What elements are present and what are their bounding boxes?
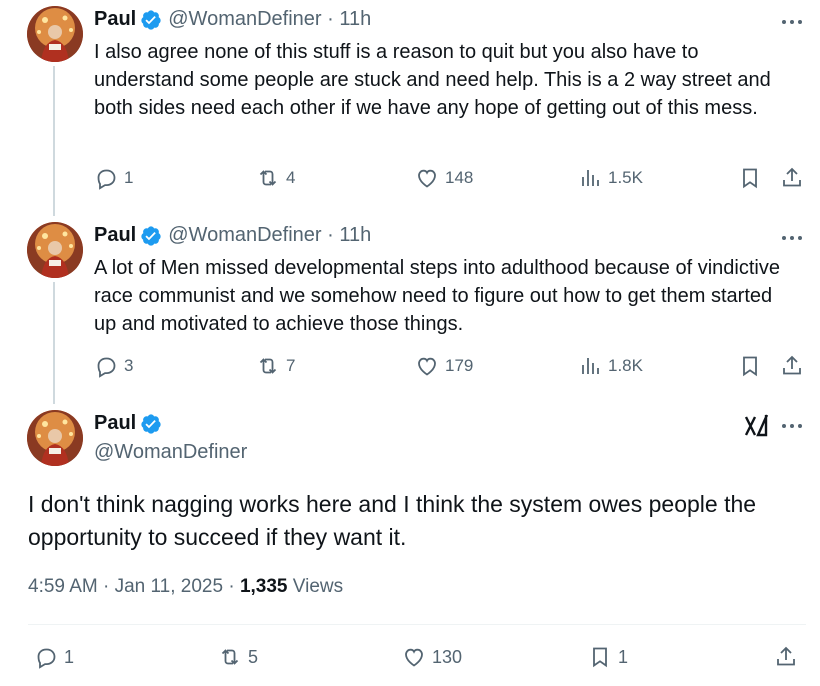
avatar[interactable] bbox=[27, 222, 83, 278]
repost-count: 4 bbox=[286, 168, 296, 187]
repost-icon bbox=[259, 170, 277, 186]
thread-line bbox=[53, 282, 55, 404]
tweet-actions: 3 7 179 1.8K bbox=[94, 354, 806, 382]
bookmark-count: 1 bbox=[618, 646, 629, 667]
repost-button[interactable]: 7 bbox=[256, 354, 295, 378]
heart-icon bbox=[418, 169, 436, 188]
reply-button[interactable]: 1 bbox=[94, 166, 133, 190]
tweet-text: I also agree none of this stuff is a rea… bbox=[94, 41, 771, 119]
like-count: 148 bbox=[445, 168, 474, 187]
author-name[interactable]: Paul bbox=[94, 224, 136, 247]
views-icon bbox=[582, 170, 599, 186]
repost-count: 7 bbox=[286, 356, 296, 375]
handle-and-time[interactable]: @WomanDefiner · 11h bbox=[168, 224, 371, 247]
repost-button[interactable]: 4 bbox=[256, 166, 295, 190]
main-author-row: Paul bbox=[94, 412, 162, 435]
author-handle[interactable]: @WomanDefiner bbox=[94, 441, 247, 464]
reply-button[interactable]: 3 bbox=[94, 354, 133, 378]
handle-and-time[interactable]: @WomanDefiner · 11h bbox=[168, 8, 371, 31]
verified-badge-icon bbox=[140, 9, 162, 31]
views-count: 1.5K bbox=[608, 168, 643, 187]
like-button[interactable]: 130 bbox=[402, 645, 462, 669]
heart-icon bbox=[405, 648, 423, 667]
avatar[interactable] bbox=[27, 6, 83, 62]
more-options-icon[interactable] bbox=[778, 228, 806, 248]
author-name[interactable]: Paul bbox=[94, 412, 136, 435]
views-button[interactable]: 1.8K bbox=[578, 354, 643, 378]
heart-icon bbox=[418, 357, 436, 376]
bookmark-icon[interactable] bbox=[738, 166, 762, 190]
reply-icon bbox=[37, 648, 56, 669]
reply-count: 3 bbox=[124, 356, 134, 375]
repost-count: 5 bbox=[248, 646, 259, 667]
reply-count: 1 bbox=[64, 646, 75, 667]
tweet-text: A lot of Men missed developmental steps … bbox=[94, 257, 780, 335]
main-tweet-text: I don't think nagging works here and I t… bbox=[28, 491, 757, 550]
share-icon[interactable] bbox=[780, 354, 804, 378]
author-name[interactable]: Paul bbox=[94, 8, 136, 31]
repost-button[interactable]: 5 bbox=[218, 645, 258, 669]
repost-icon bbox=[259, 358, 277, 374]
repost-icon bbox=[221, 649, 239, 665]
share-icon[interactable] bbox=[774, 645, 798, 669]
timestamp[interactable]: 4:59 AM · Jan 11, 2025 · bbox=[28, 576, 240, 597]
avatar[interactable] bbox=[27, 410, 83, 466]
like-button[interactable]: 148 bbox=[415, 166, 473, 190]
like-button[interactable]: 179 bbox=[415, 354, 473, 378]
reply-icon bbox=[97, 169, 116, 190]
views-count: 1.8K bbox=[608, 356, 643, 375]
views-button[interactable]: 1.5K bbox=[578, 166, 643, 190]
divider bbox=[28, 624, 806, 625]
bookmark-icon[interactable] bbox=[738, 354, 762, 378]
verified-badge-icon bbox=[140, 225, 162, 247]
main-tweet-actions: 1 5 130 1 bbox=[34, 645, 806, 673]
more-options-icon[interactable] bbox=[778, 12, 806, 32]
tweet-timestamp-views: 4:59 AM · Jan 11, 2025 · 1,335 Views bbox=[28, 576, 343, 598]
tweet-header: Paul @WomanDefiner · 11h bbox=[94, 8, 371, 31]
tweet-header: Paul @WomanDefiner · 11h bbox=[94, 224, 371, 247]
share-icon[interactable] bbox=[780, 166, 804, 190]
bookmark-icon bbox=[593, 647, 607, 668]
grok-icon[interactable] bbox=[743, 413, 771, 439]
bookmark-button[interactable]: 1 bbox=[588, 645, 628, 669]
views-label: Views bbox=[287, 576, 344, 597]
views-count: 1,335 bbox=[239, 576, 288, 597]
views-icon bbox=[582, 358, 599, 374]
reply-count: 1 bbox=[124, 168, 134, 187]
reply-button[interactable]: 1 bbox=[34, 645, 74, 669]
thread-line bbox=[53, 66, 55, 216]
tweet-actions: 1 4 148 1.5K bbox=[94, 166, 806, 194]
reply-icon bbox=[97, 357, 116, 378]
verified-badge-icon bbox=[140, 413, 162, 435]
more-options-icon[interactable] bbox=[778, 416, 806, 436]
like-count: 130 bbox=[432, 646, 463, 667]
like-count: 179 bbox=[445, 356, 474, 375]
